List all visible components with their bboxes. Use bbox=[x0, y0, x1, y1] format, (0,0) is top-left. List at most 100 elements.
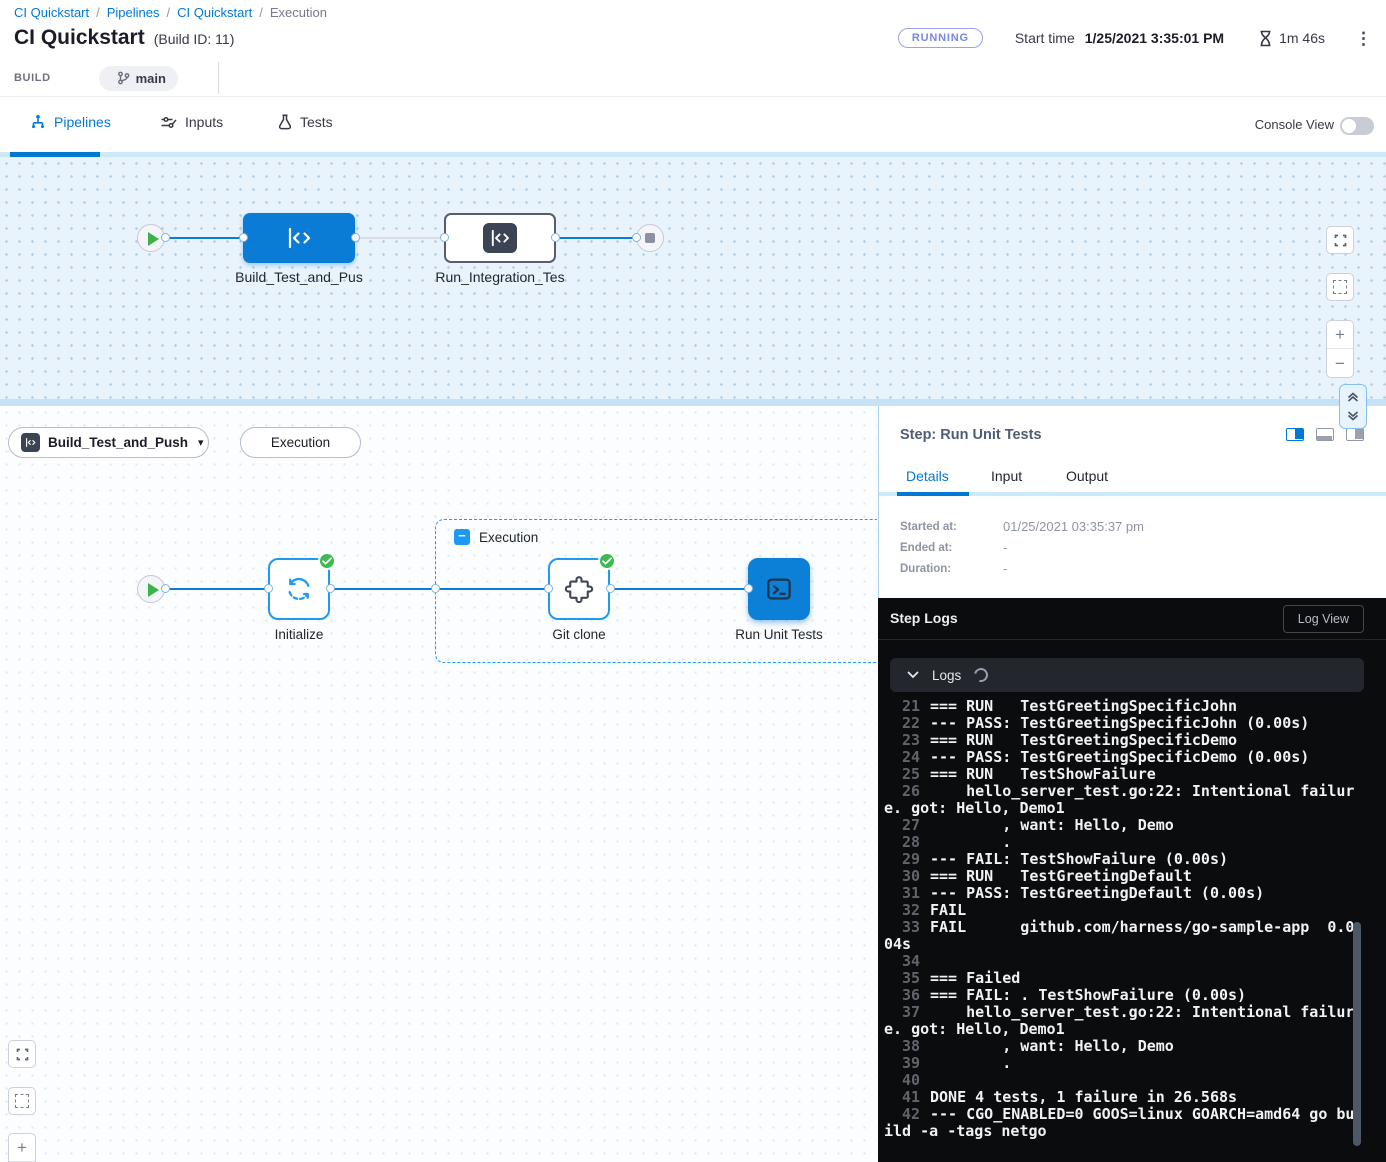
stage-selector-value: Build_Test_and_Push bbox=[48, 435, 188, 450]
log-line-text: --- FAIL: TestShowFailure (0.00s) bbox=[930, 850, 1228, 868]
node-port bbox=[744, 584, 753, 593]
log-line: 30=== RUN TestGreetingDefault bbox=[884, 868, 1358, 885]
log-line-text: . bbox=[930, 833, 1011, 851]
logs-section-toggle[interactable]: Logs bbox=[890, 658, 1364, 692]
marquee-select-button[interactable] bbox=[1326, 273, 1354, 301]
log-line-text: , want: Hello, Demo bbox=[930, 816, 1174, 834]
log-line-number: 22 bbox=[884, 715, 920, 732]
log-line-text: === RUN TestGreetingSpecificJohn bbox=[930, 697, 1237, 715]
step-panel-title: Step: Run Unit Tests bbox=[900, 427, 1042, 443]
tab-label: Inputs bbox=[185, 114, 223, 130]
log-line-number: 31 bbox=[884, 885, 920, 902]
log-scrollbar-thumb[interactable] bbox=[1353, 922, 1361, 1146]
breadcrumb-separator: / bbox=[96, 5, 100, 20]
tab-output[interactable]: Output bbox=[1066, 468, 1108, 484]
plugin-puzzle-icon bbox=[564, 574, 594, 604]
step-graph-canvas: Build_Test_and_Push ▾ Execution − Execut… bbox=[0, 406, 877, 1162]
fullscreen-button[interactable] bbox=[8, 1040, 36, 1068]
play-icon bbox=[148, 583, 159, 597]
log-line: 27 , want: Hello, Demo bbox=[884, 817, 1358, 834]
console-view-label: Console View bbox=[1255, 117, 1334, 132]
log-line: 28 . bbox=[884, 834, 1358, 851]
log-line: 21 === RUN TestGreetingSpecificJohn bbox=[884, 698, 1358, 715]
pipeline-execution-page: CI Quickstart/Pipelines/CI Quickstart/Ex… bbox=[0, 0, 1386, 1162]
log-line-number: 32 bbox=[884, 902, 920, 919]
log-line-number: 37 bbox=[884, 1004, 920, 1021]
step-logs-panel: Step Logs Log View Logs 21 === RUN TestGr… bbox=[878, 598, 1386, 1162]
stage-graph-canvas: Build_Test_and_Pus Run_Integration_Tes +… bbox=[0, 157, 1386, 399]
stage-selector-dropdown[interactable]: Build_Test_and_Push ▾ bbox=[8, 427, 209, 458]
step-node-run-unit-tests[interactable] bbox=[748, 558, 810, 620]
chevron-down-icon: ▾ bbox=[198, 436, 204, 449]
breadcrumb-link-pipeline[interactable]: CI Quickstart bbox=[177, 5, 252, 20]
layout-split-bottom-icon[interactable] bbox=[1316, 428, 1334, 441]
step-logs-header: Step Logs Log View bbox=[878, 598, 1386, 640]
zoom-in-button[interactable]: + bbox=[1327, 321, 1353, 349]
terminal-icon bbox=[764, 574, 794, 604]
log-line-number: 40 bbox=[884, 1072, 920, 1089]
log-line-number: 41 bbox=[884, 1089, 920, 1106]
canvas-divider[interactable] bbox=[0, 399, 1386, 406]
log-line-number: 29 bbox=[884, 851, 920, 868]
group-header[interactable]: − Execution bbox=[454, 529, 538, 545]
log-line-text: === RUN TestGreetingDefault bbox=[930, 867, 1192, 885]
ci-codebase-icon bbox=[284, 226, 314, 250]
node-port bbox=[544, 584, 553, 593]
tab-details[interactable]: Details bbox=[906, 468, 949, 484]
group-label: Execution bbox=[479, 530, 538, 545]
success-check-icon bbox=[598, 552, 616, 570]
marquee-icon bbox=[15, 1094, 29, 1108]
log-line-number: 21 bbox=[884, 698, 920, 715]
node-port bbox=[351, 233, 360, 242]
log-line-text: , want: Hello, Demo bbox=[930, 1037, 1174, 1055]
console-view-toggle[interactable] bbox=[1340, 117, 1374, 135]
log-line-text: FAIL github.com/harness/go-sample-app 0.… bbox=[884, 918, 1354, 953]
breadcrumb-link-pipelines[interactable]: Pipelines bbox=[107, 5, 160, 20]
step-details-list: Started at: 01/25/2021 03:35:37 pm Ended… bbox=[900, 516, 1360, 579]
log-line-number: 35 bbox=[884, 970, 920, 987]
layout-minimize-icon[interactable] bbox=[1346, 428, 1364, 441]
breadcrumb-link-project[interactable]: CI Quickstart bbox=[14, 5, 89, 20]
elapsed-time: 1m 46s bbox=[1279, 30, 1325, 46]
log-view-button[interactable]: Log View bbox=[1283, 605, 1364, 633]
tab-inputs[interactable]: Inputs bbox=[160, 114, 223, 130]
zoom-controls: + − bbox=[8, 1133, 36, 1162]
log-line: 26 hello_server_test.go:22: Intentional … bbox=[884, 783, 1358, 817]
step-node-initialize[interactable] bbox=[268, 558, 330, 620]
edge-stage1-stage2 bbox=[355, 237, 444, 239]
branch-name: main bbox=[136, 71, 166, 86]
step-node-git-clone[interactable] bbox=[548, 558, 610, 620]
edge-start-initialize bbox=[165, 588, 268, 590]
stage-node-run-integration-tests[interactable] bbox=[444, 213, 556, 263]
log-line: 35=== Failed bbox=[884, 970, 1358, 987]
tab-tests[interactable]: Tests bbox=[278, 114, 333, 130]
log-line: 33FAIL github.com/harness/go-sample-app … bbox=[884, 919, 1358, 953]
log-line-number: 42 bbox=[884, 1106, 920, 1123]
chevrons-down-icon bbox=[1346, 409, 1360, 423]
branch-chip[interactable]: main bbox=[99, 66, 178, 91]
panel-collapse-control[interactable] bbox=[1339, 384, 1367, 429]
log-line: 31 --- PASS: TestGreetingDefault (0.00s) bbox=[884, 885, 1358, 902]
build-id: (Build ID: 11) bbox=[154, 31, 235, 47]
chevron-down-icon bbox=[907, 671, 919, 679]
collapse-group-icon[interactable]: − bbox=[454, 529, 470, 545]
more-options-icon[interactable]: ⋮ bbox=[1355, 30, 1372, 47]
zoom-out-button[interactable]: − bbox=[1327, 350, 1353, 378]
execution-chip[interactable]: Execution bbox=[240, 427, 361, 458]
tab-pipelines[interactable]: Pipelines bbox=[30, 114, 111, 130]
log-line-text: === RUN TestGreetingSpecificDemo bbox=[930, 731, 1237, 749]
stage-node-build-test-and-push[interactable] bbox=[243, 213, 355, 263]
active-tab-indicator bbox=[897, 492, 969, 496]
marquee-select-button[interactable] bbox=[8, 1087, 36, 1115]
chevrons-up-icon bbox=[1346, 390, 1360, 404]
pipelines-icon bbox=[30, 114, 46, 130]
log-line-text: === RUN TestShowFailure bbox=[930, 765, 1156, 783]
layout-split-right-icon[interactable] bbox=[1286, 428, 1304, 441]
tab-input[interactable]: Input bbox=[991, 468, 1022, 484]
git-branch-icon bbox=[117, 71, 130, 85]
log-line-text: --- PASS: TestGreetingDefault (0.00s) bbox=[930, 884, 1264, 902]
zoom-in-button[interactable]: + bbox=[9, 1134, 35, 1162]
logs-section-label: Logs bbox=[932, 668, 961, 683]
breadcrumb-separator: / bbox=[167, 5, 171, 20]
fullscreen-button[interactable] bbox=[1326, 226, 1354, 254]
